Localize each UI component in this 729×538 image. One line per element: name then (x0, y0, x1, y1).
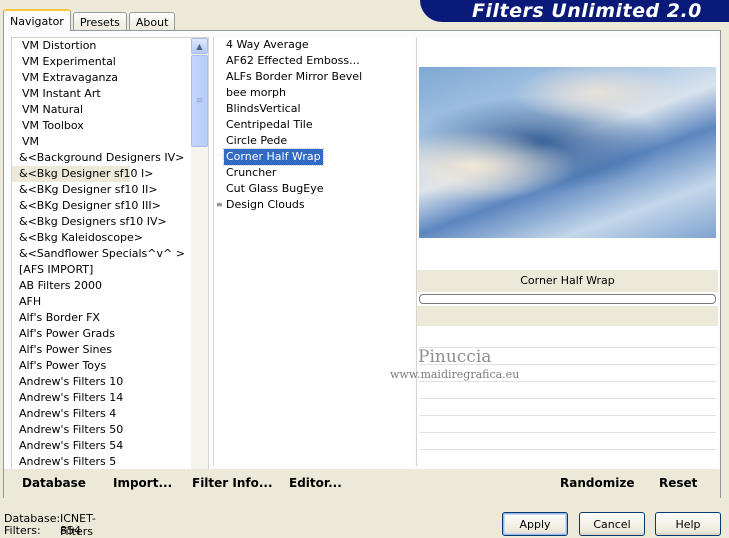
navigator-panel: VM Distortion VM Experimental VM Extravaga… (3, 30, 721, 498)
category-list-item[interactable]: &<BKg Designer sf10 II> (12, 182, 208, 198)
preview-image (419, 67, 716, 238)
help-button[interactable]: Help (655, 512, 721, 536)
filter-info-button[interactable]: Filter Info... (192, 476, 273, 490)
category-list-item[interactable]: VM Extravaganza (12, 70, 208, 86)
category-list-item[interactable]: [AFS IMPORT] (12, 262, 208, 278)
filter-name-label: Corner Half Wrap (417, 270, 718, 292)
category-list-item[interactable]: AB Filters 2000 (12, 278, 208, 294)
filter-list-item-label: Circle Pede (226, 134, 288, 147)
filter-list-item[interactable]: Design Clouds ≡ (214, 197, 412, 213)
filter-list-item-label: Design Clouds (226, 198, 305, 211)
category-scrollbar[interactable]: ▲ ≡ ▼ (191, 38, 208, 497)
filter-list-item[interactable]: Cruncher (214, 165, 412, 181)
resize-grip-icon[interactable]: ≡ (216, 197, 223, 213)
category-list-item[interactable]: AFH (12, 294, 208, 310)
watermark-url: www.maidiregrafica.eu (390, 368, 520, 381)
category-list-item[interactable]: VM Toolbox (12, 118, 208, 134)
filter-list-item-label: Centripedal Tile (226, 118, 313, 131)
filter-list-item[interactable]: BlindsVertical (214, 101, 412, 117)
apply-button[interactable]: Apply (502, 512, 568, 536)
filter-list-item[interactable]: bee morph (214, 85, 412, 101)
tab-navigator[interactable]: Navigator (3, 9, 71, 31)
category-list-item[interactable]: VM Instant Art (12, 86, 208, 102)
filter-list-item[interactable]: 4 Way Average (214, 37, 412, 53)
status-filters-value: 854 (60, 524, 81, 537)
reset-button[interactable]: Reset (659, 476, 697, 490)
editor-button[interactable]: Editor... (289, 476, 342, 490)
database-button[interactable]: Database (22, 476, 86, 490)
filter-list-item-label: BlindsVertical (226, 102, 301, 115)
category-list-item[interactable]: Andrew's Filters 50 (12, 422, 208, 438)
tab-presets[interactable]: Presets (72, 12, 127, 31)
category-list-item[interactable]: Andrew's Filters 4 (12, 406, 208, 422)
filter-list-item-label: Cut Glass BugEye (226, 182, 324, 195)
category-list-item[interactable]: Andrew's Filters 5 (12, 454, 208, 470)
filter-list-item[interactable]: Corner Half Wrap (214, 148, 412, 166)
filter-list-item[interactable]: Centripedal Tile (214, 117, 412, 133)
watermark-name: Pinuccia (418, 347, 492, 367)
category-list-item[interactable]: &<Bkg Kaleidoscope> (12, 230, 208, 246)
preview-pane: Corner Half Wrap (416, 37, 718, 466)
import-button[interactable]: Import... (113, 476, 172, 490)
filter-list-item-label: 4 Way Average (226, 38, 309, 51)
status-filters-label: Filters: (4, 524, 41, 537)
parameter-area (417, 306, 718, 326)
filter-list-item-label: Corner Half Wrap (223, 148, 324, 166)
scroll-thumb[interactable]: ≡ (191, 55, 208, 147)
navigator-toolbar: Database Import... Filter Info... Editor… (4, 469, 720, 498)
category-list-item[interactable]: &<Sandflower Specials^v^ > (12, 246, 208, 262)
status-filters: Filters: 854 (4, 524, 81, 537)
app-banner-title: Filters Unlimited 2.0 (420, 0, 729, 22)
cancel-button[interactable]: Cancel (579, 512, 645, 536)
parameter-slider[interactable] (419, 294, 716, 304)
filter-list-item[interactable]: Cut Glass BugEye (214, 181, 412, 197)
category-list-item[interactable]: Alf's Power Sines (12, 342, 208, 358)
category-list-item[interactable]: Andrew's Filters 54 (12, 438, 208, 454)
filter-list-item[interactable]: AF62 Effected Emboss... (214, 53, 412, 69)
category-list-item[interactable]: Alf's Border FX (12, 310, 208, 326)
filter-list-item[interactable]: ALFs Border Mirror Bevel (214, 69, 412, 85)
category-list-item[interactable]: VM (12, 134, 208, 150)
category-list-item[interactable]: Andrew's Filters 10 (12, 374, 208, 390)
filter-list-item-label: ALFs Border Mirror Bevel (226, 70, 363, 83)
category-list-item[interactable]: &<Background Designers IV> (12, 150, 208, 166)
category-list-item[interactable]: Andrew's Filters 14 (12, 390, 208, 406)
randomize-button[interactable]: Randomize (560, 476, 634, 490)
filter-list-item-label: Cruncher (226, 166, 277, 179)
category-list-item[interactable]: &<BKg Designer sf10 III> (12, 198, 208, 214)
tab-strip: Navigator Presets About (3, 9, 177, 31)
category-list[interactable]: VM Distortion VM Experimental VM Extravaga… (11, 37, 209, 498)
category-list-item[interactable]: VM Natural (12, 102, 208, 118)
category-list-item[interactable]: Alf's Power Toys (12, 358, 208, 374)
scroll-up-arrow-icon[interactable]: ▲ (191, 38, 208, 54)
filter-list[interactable]: 4 Way Average AF62 Effected Emboss... ALFs… (213, 37, 412, 466)
filter-list-item[interactable]: Circle Pede (214, 133, 412, 149)
filter-list-item-label: AF62 Effected Emboss... (226, 54, 360, 67)
category-list-item[interactable]: VM Distortion (12, 38, 208, 54)
category-list-item[interactable]: VM Experimental (12, 54, 208, 70)
category-list-item[interactable]: &<Bkg Designer sf10 I> (12, 166, 154, 182)
tab-about[interactable]: About (128, 12, 176, 31)
filter-list-item-label: bee morph (226, 86, 286, 99)
category-list-item[interactable]: Alf's Power Grads (12, 326, 208, 342)
category-list-item[interactable]: &<Bkg Designers sf10 IV> (12, 214, 208, 230)
